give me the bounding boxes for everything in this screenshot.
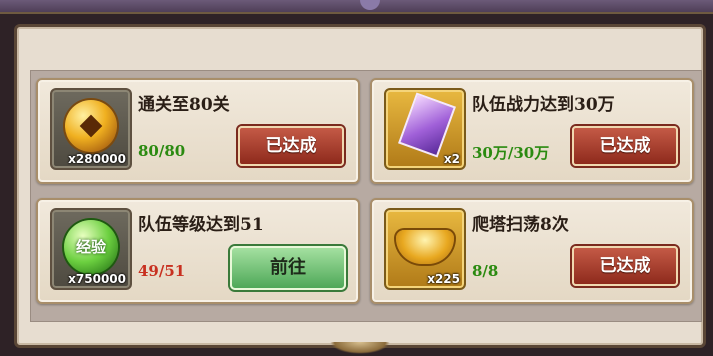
task-title: 通关至80关 <box>138 95 230 115</box>
task-card: x280000 通关至80关 80/80 已达成 <box>36 78 360 184</box>
task-title: 队伍等级达到51 <box>138 215 264 235</box>
task-progress: 8/8 <box>472 262 499 280</box>
reward-slot[interactable]: 经验 x750000 <box>50 208 132 290</box>
completed-button[interactable]: 已达成 <box>238 126 344 166</box>
reward-quantity: x280000 <box>68 152 126 166</box>
task-progress: 49/51 <box>138 262 186 280</box>
task-progress: 30万/30万 <box>472 144 550 162</box>
reward-quantity: x2 <box>443 152 460 166</box>
gold-ingot-icon <box>396 230 454 264</box>
reward-slot[interactable]: x2 <box>384 88 466 170</box>
reward-slot[interactable]: x225 <box>384 208 466 290</box>
task-card: x225 爬塔扫荡8次 8/8 已达成 <box>370 198 694 304</box>
reward-slot[interactable]: x280000 <box>50 88 132 170</box>
go-button[interactable]: 前往 <box>230 246 346 290</box>
exp-orb-icon: 经验 <box>64 220 118 274</box>
reward-quantity: x750000 <box>68 272 126 286</box>
completed-button[interactable]: 已达成 <box>572 126 678 166</box>
reward-quantity: x225 <box>427 272 460 286</box>
task-card: x2 队伍战力达到30万 30万/30万 已达成 <box>370 78 694 184</box>
task-progress: 80/80 <box>138 142 186 160</box>
task-title: 队伍战力达到30万 <box>472 95 615 115</box>
completed-button[interactable]: 已达成 <box>572 246 678 286</box>
bottom-ornament <box>330 342 390 354</box>
purple-gem-icon <box>398 92 456 158</box>
task-title: 爬塔扫荡8次 <box>472 215 569 235</box>
copper-coin-icon <box>65 100 117 152</box>
task-card: 经验 x750000 队伍等级达到51 49/51 前往 <box>36 198 360 304</box>
